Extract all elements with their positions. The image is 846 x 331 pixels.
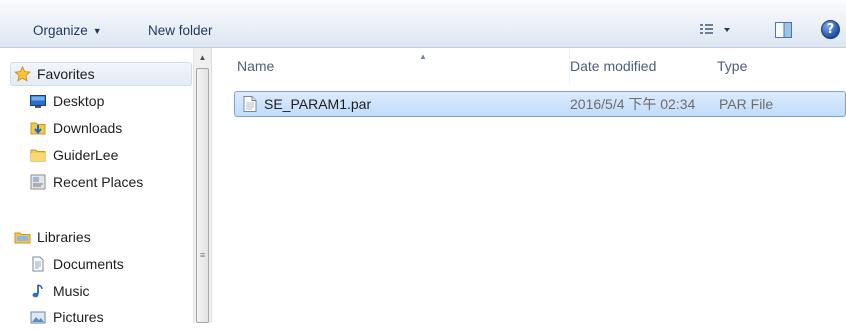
- nav-vertical-scrollbar[interactable]: ▲ ≡: [193, 48, 211, 323]
- file-type: PAR File: [719, 96, 774, 112]
- nav-item-label: Music: [53, 283, 90, 299]
- document-file-icon: [243, 96, 257, 112]
- view-list-icon: [700, 24, 730, 34]
- star-icon: [14, 65, 31, 82]
- help-button[interactable]: ?: [820, 19, 842, 41]
- file-name: SE_PARAM1.par: [264, 96, 372, 112]
- folder-icon: [30, 147, 46, 163]
- file-row[interactable]: SE_PARAM1.par 2016/5/4 下午 02:34 PAR File: [234, 91, 846, 117]
- sort-ascending-icon: ▲: [419, 52, 427, 61]
- help-icon: ?: [821, 20, 840, 39]
- column-header-label: Name: [237, 58, 275, 74]
- change-view-button[interactable]: [698, 19, 736, 41]
- nav-item-label: Documents: [53, 256, 124, 272]
- libraries-icon: [14, 229, 31, 245]
- scrollbar-grip-icon: ≡: [199, 250, 206, 260]
- desktop-icon: [30, 93, 46, 109]
- navigation-pane: Favorites Desktop Downloads GuiderLee Re…: [0, 48, 212, 325]
- nav-item-label: GuiderLee: [53, 147, 119, 163]
- scroll-up-arrow-icon[interactable]: ▲: [194, 50, 211, 66]
- scrollbar-thumb[interactable]: ≡: [196, 68, 209, 323]
- nav-item-label: Downloads: [53, 120, 123, 136]
- nav-favorites-label: Favorites: [37, 66, 95, 82]
- column-header-name[interactable]: Name ▲: [237, 48, 567, 84]
- organize-label: Organize: [33, 23, 88, 38]
- music-icon: [30, 283, 46, 299]
- preview-pane-button[interactable]: [774, 19, 794, 41]
- recent-places-icon: [30, 174, 46, 190]
- nav-item-label: Recent Places: [53, 174, 144, 190]
- documents-icon: [30, 256, 46, 272]
- preview-pane-icon: [775, 22, 792, 38]
- command-bar: Organize ▼ New folder ?: [0, 0, 846, 48]
- file-list-pane: Name ▲ Date modified Type SE_PARAM1.par …: [212, 48, 846, 323]
- new-folder-button[interactable]: New folder: [148, 21, 213, 41]
- nav-item-label: Desktop: [53, 93, 105, 109]
- downloads-folder-icon: [30, 120, 46, 136]
- column-header-type[interactable]: Type: [717, 48, 846, 84]
- dropdown-arrow-icon: ▼: [92, 26, 102, 36]
- nav-libraries-label: Libraries: [37, 229, 91, 245]
- column-header-date-modified[interactable]: Date modified: [569, 48, 710, 84]
- file-date-modified: 2016/5/4 下午 02:34: [570, 96, 696, 112]
- nav-item-label: Pictures: [53, 309, 104, 325]
- organize-button[interactable]: Organize ▼: [33, 21, 102, 41]
